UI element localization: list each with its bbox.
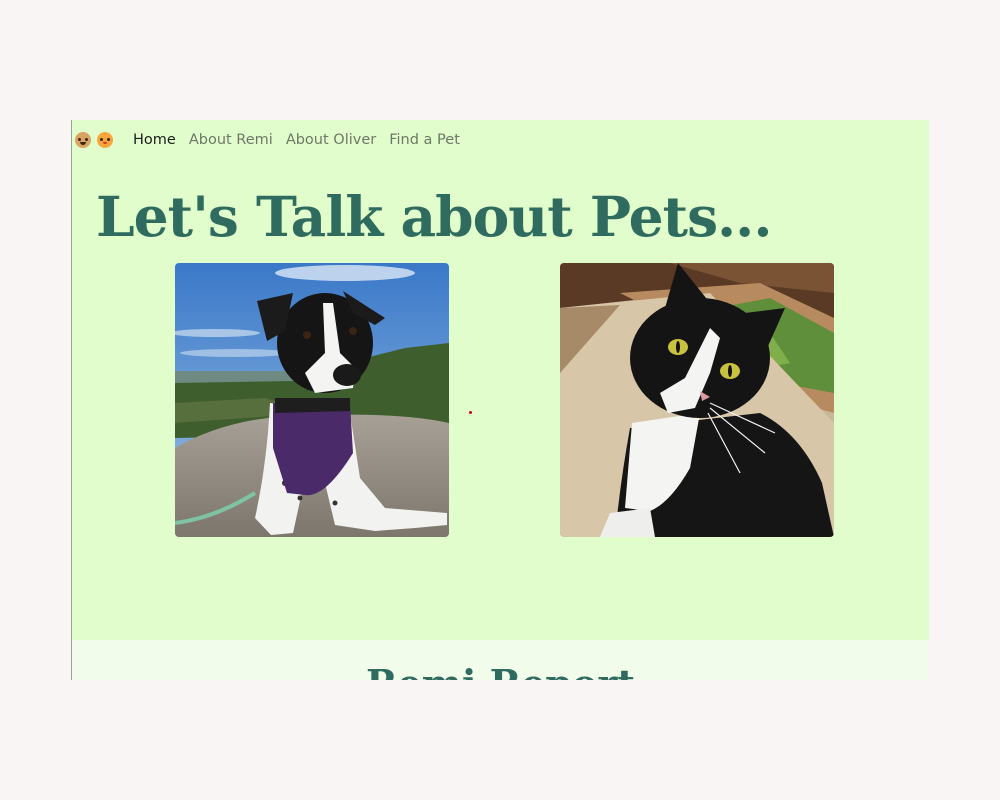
dog-face-icon [75, 132, 91, 148]
nav-link-home[interactable]: Home [133, 132, 176, 148]
section-title: Remi Report [72, 662, 929, 681]
nav-link-about-remi[interactable]: About Remi [189, 132, 273, 148]
hero-title: Let's Talk about Pets... [96, 184, 772, 249]
brand-logo[interactable] [75, 132, 113, 148]
nav-link-about-oliver[interactable]: About Oliver [286, 132, 376, 148]
remi-dog-photo [175, 263, 449, 537]
cat-face-icon [97, 132, 113, 148]
browser-viewport: Home About Remi About Oliver Find a Pet … [71, 120, 929, 680]
oliver-cat-photo [560, 263, 834, 537]
remi-report-section: Remi Report [72, 640, 929, 680]
cursor-dot [469, 411, 472, 414]
navbar: Home About Remi About Oliver Find a Pet [72, 120, 929, 160]
nav-link-find-a-pet[interactable]: Find a Pet [389, 132, 460, 148]
